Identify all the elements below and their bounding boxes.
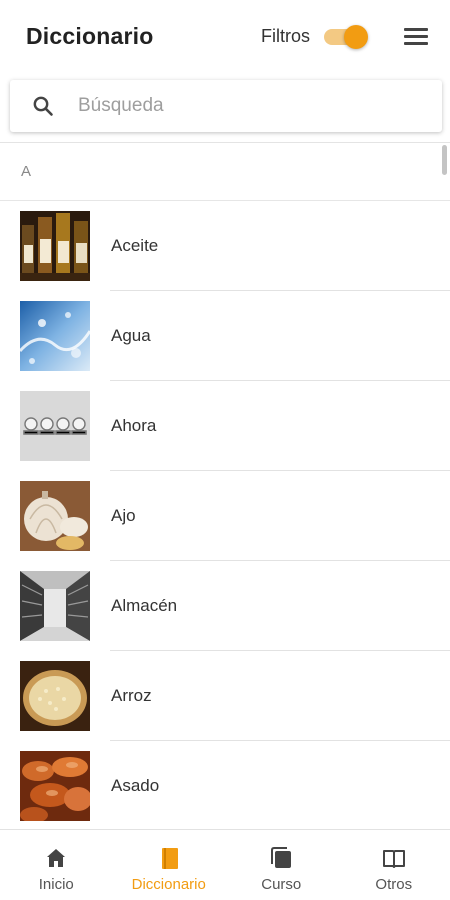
oil-bottles-thumbnail <box>20 211 90 281</box>
item-label: Ahora <box>111 416 157 435</box>
item-label: Aceite <box>111 236 159 255</box>
hamburger-menu-icon[interactable] <box>404 26 428 46</box>
nav-label: Inicio <box>38 876 74 893</box>
home-icon <box>44 846 68 870</box>
list-item[interactable]: Arroz <box>0 651 450 741</box>
item-label: Asado <box>111 776 160 795</box>
nav-item-diccionario[interactable]: Diccionario <box>113 830 226 900</box>
dictionary-list[interactable]: A Aceite Agua Ahora Ajo Almacén Arroz As… <box>0 143 450 829</box>
roast-meat-thumbnail <box>20 751 90 821</box>
water-splash-thumbnail <box>20 301 90 371</box>
nav-label: Diccionario <box>131 876 206 893</box>
search-input[interactable] <box>78 95 398 117</box>
nav-label: Curso <box>261 876 302 893</box>
item-label: Ajo <box>111 506 136 525</box>
item-label: Agua <box>111 326 151 345</box>
top-app-bar: Diccionario Filtros <box>0 0 450 72</box>
section-header: A <box>0 143 450 201</box>
dictionary-icon <box>157 846 181 870</box>
list-item[interactable]: Asado <box>0 741 450 829</box>
list-item[interactable]: Ahora <box>0 381 450 471</box>
nav-item-otros[interactable]: Otros <box>338 830 450 900</box>
nav-label: Otros <box>375 876 413 893</box>
item-label: Arroz <box>111 686 152 705</box>
page-title: Diccionario <box>26 22 154 49</box>
course-icon <box>269 846 293 870</box>
search-icon <box>32 95 54 117</box>
nav-item-curso[interactable]: Curso <box>225 830 338 900</box>
warehouse-shelves-thumbnail <box>20 571 90 641</box>
clocks-thumbnail <box>20 391 90 461</box>
filter-toggle[interactable] <box>322 23 370 49</box>
bottom-navigation: Inicio Diccionario Curso Otros <box>0 829 450 900</box>
list-item[interactable]: Aceite <box>0 201 450 291</box>
filter-label: Filtros <box>261 25 310 46</box>
nav-item-inicio[interactable]: Inicio <box>0 830 113 900</box>
list-scrollbar[interactable] <box>442 145 447 175</box>
rice-bowl-thumbnail <box>20 661 90 731</box>
item-label: Almacén <box>111 596 178 615</box>
header-actions: Filtros <box>261 23 428 49</box>
book-open-icon <box>382 846 406 870</box>
list-item[interactable]: Ajo <box>0 471 450 561</box>
app-screen: Diccionario Filtros A <box>0 0 450 900</box>
garlic-thumbnail <box>20 481 90 551</box>
list-item[interactable]: Agua <box>0 291 450 381</box>
list-item[interactable]: Almacén <box>0 561 450 651</box>
toggle-thumb <box>344 25 368 49</box>
search-bar[interactable] <box>10 80 442 132</box>
